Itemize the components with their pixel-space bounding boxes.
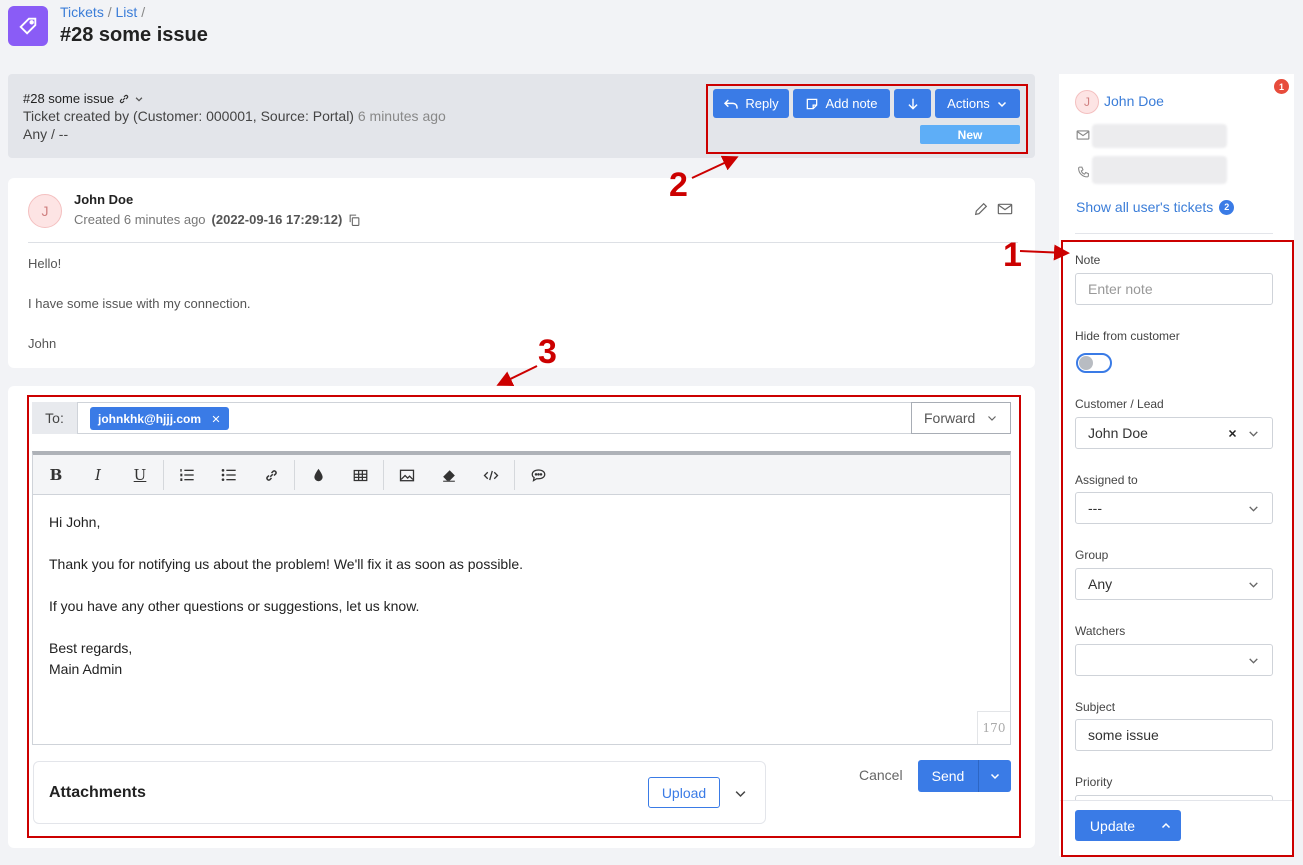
annotation-arrows	[496, 155, 1070, 386]
annotation-arrow	[691, 155, 739, 179]
annotation-arrow	[496, 365, 538, 386]
annotation-arrow	[1019, 244, 1070, 261]
